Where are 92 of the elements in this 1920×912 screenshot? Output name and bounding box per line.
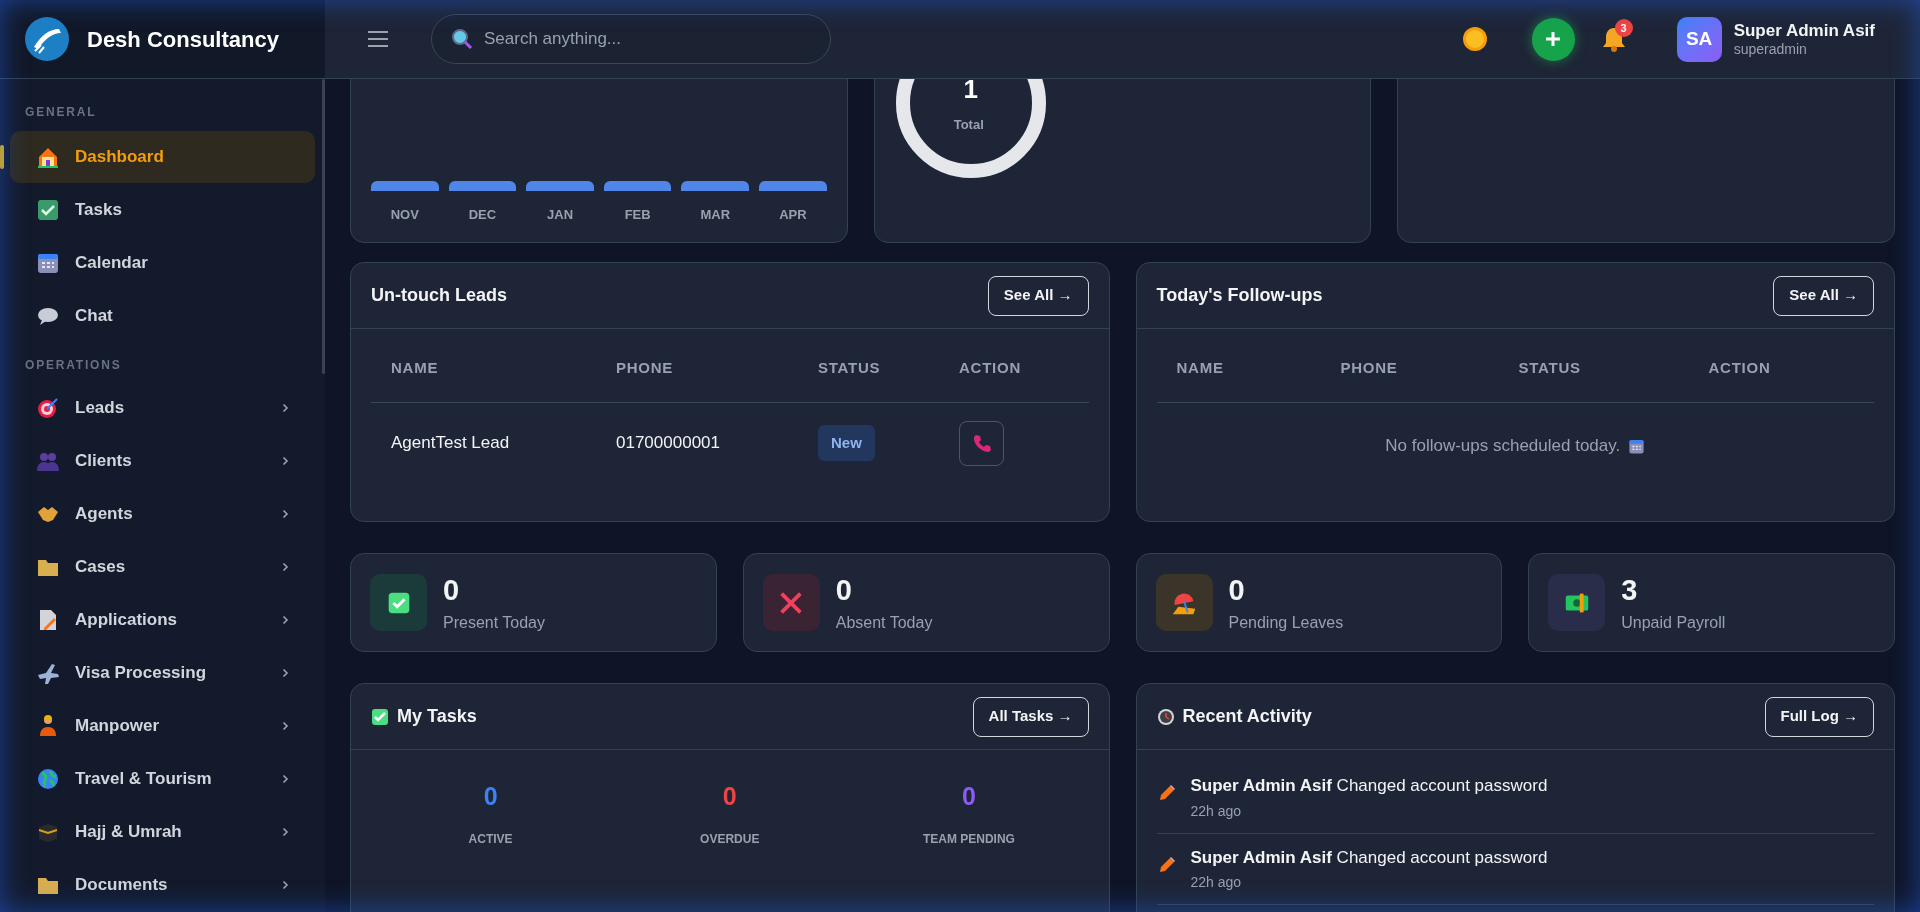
activity-time: 22h ago	[1190, 801, 1243, 821]
stat-label: Present Today	[443, 612, 545, 633]
menu-item-icon	[36, 767, 60, 791]
sidebar-item[interactable]: Chat	[10, 290, 315, 342]
stat-value: 0	[443, 573, 461, 609]
activity-text: Super Admin Asif Changed account password	[1190, 846, 1548, 869]
menu-item-icon	[36, 198, 60, 222]
check-icon	[371, 707, 389, 726]
phone-icon	[971, 433, 992, 453]
menu-icon[interactable]	[367, 30, 389, 48]
chart-bar	[759, 180, 827, 191]
sidebar-item[interactable]: Applications	[10, 594, 315, 646]
user-role: superadmin	[1733, 40, 1808, 59]
menu-item-icon	[36, 396, 60, 420]
sidebar-item[interactable]: Tasks	[10, 184, 315, 236]
calendar-icon	[1628, 437, 1646, 455]
month-label: MAR	[700, 205, 731, 224]
chart-bar	[448, 180, 517, 191]
plus-icon	[1545, 31, 1562, 47]
stat-value: 0	[835, 573, 853, 609]
column-header: NAME	[391, 358, 440, 379]
card-title: Recent Activity	[1182, 705, 1313, 728]
chart-bar	[681, 180, 750, 191]
sidebar-item[interactable]: Hajj & Umrah	[10, 806, 315, 858]
column-header: ACTION	[1708, 358, 1772, 379]
see-all-button[interactable]: See All →	[1773, 275, 1874, 316]
month-label: NOV	[390, 205, 419, 224]
table-cell-text: 01700000001	[616, 432, 721, 455]
empty-message: No follow-ups scheduled today.	[1385, 435, 1621, 458]
card-title: Today's Follow-ups	[1156, 284, 1324, 307]
activity-text: Super Admin Asif Changed account password	[1190, 775, 1548, 797]
stat-value: 0	[1228, 573, 1246, 609]
stat-label: Unpaid Payroll	[1621, 612, 1726, 633]
sidebar-item[interactable]: Clients	[10, 435, 315, 487]
card-title: Un-touch Leads	[371, 284, 508, 307]
sidebar-item[interactable]: Manpower	[10, 700, 315, 752]
chart-bar	[526, 180, 594, 191]
column-header: NAME	[1176, 358, 1225, 379]
donut-value: 1	[962, 79, 979, 106]
sidebar-item[interactable]: Visa Processing	[10, 647, 315, 699]
sidebar-item[interactable]: Leads	[10, 382, 315, 434]
search-field[interactable]: Search anything...	[431, 14, 831, 64]
user-avatar[interactable]: SA	[1676, 16, 1722, 62]
counter-value: 0	[722, 781, 737, 812]
month-label: APR	[779, 205, 807, 224]
menu-item-icon	[36, 661, 60, 685]
chart-bar	[371, 180, 439, 191]
section-title: GENERAL	[24, 104, 98, 121]
month-label: JAN	[547, 205, 574, 224]
notification-badge: 3	[1614, 19, 1633, 37]
sidebar-item[interactable]: Travel & Tourism	[10, 753, 315, 805]
user-name: Super Admin Asif	[1733, 19, 1875, 41]
active-indicator	[0, 145, 4, 169]
column-header: STATUS	[1518, 358, 1582, 379]
counter-label: OVERDUE	[700, 830, 760, 848]
column-header: PHONE	[1340, 358, 1399, 379]
stat-label: Absent Today	[835, 612, 933, 633]
section-title: OPERATIONS	[24, 357, 123, 374]
menu-item-icon	[36, 145, 60, 169]
counter-value: 0	[483, 781, 498, 812]
column-header: PHONE	[616, 358, 675, 379]
brand-name: Desh Consultancy	[87, 25, 279, 54]
status-badge: New	[818, 424, 875, 462]
card-title: My Tasks	[397, 705, 478, 728]
activity-time: 22h ago	[1190, 873, 1243, 892]
see-all-button[interactable]: Full Log →	[1764, 696, 1874, 737]
column-header: ACTION	[959, 358, 1022, 379]
sun-icon[interactable]	[1461, 26, 1488, 52]
counter-label: TEAM PENDING	[922, 830, 1015, 848]
stat-label: Pending Leaves	[1228, 612, 1344, 633]
search-icon	[451, 28, 473, 50]
see-all-button[interactable]: See All →	[987, 275, 1089, 316]
sidebar-item[interactable]: Cases	[10, 541, 315, 593]
counter-label: ACTIVE	[468, 830, 513, 848]
chart-bar	[603, 180, 672, 191]
donut-label: Total	[953, 116, 984, 134]
column-header: STATUS	[818, 358, 882, 379]
logo-icon	[25, 17, 69, 61]
sidebar-item[interactable]: Documents	[10, 859, 315, 911]
menu-item-icon	[36, 251, 60, 275]
month-label: DEC	[468, 205, 497, 224]
see-all-button[interactable]: All Tasks →	[972, 696, 1089, 737]
sidebar-item[interactable]: Dashboard	[10, 131, 315, 183]
sidebar-item[interactable]: Calendar	[10, 237, 315, 289]
counter-value: 0	[961, 781, 976, 812]
month-label: FEB	[624, 205, 651, 224]
call-button[interactable]	[959, 420, 1004, 466]
sidebar-item[interactable]: Agents	[10, 488, 315, 540]
table-cell-text: AgentTest Lead	[391, 432, 511, 455]
clock-icon	[1156, 707, 1175, 726]
stat-value: 3	[1621, 573, 1639, 609]
add-button[interactable]	[1531, 17, 1575, 61]
